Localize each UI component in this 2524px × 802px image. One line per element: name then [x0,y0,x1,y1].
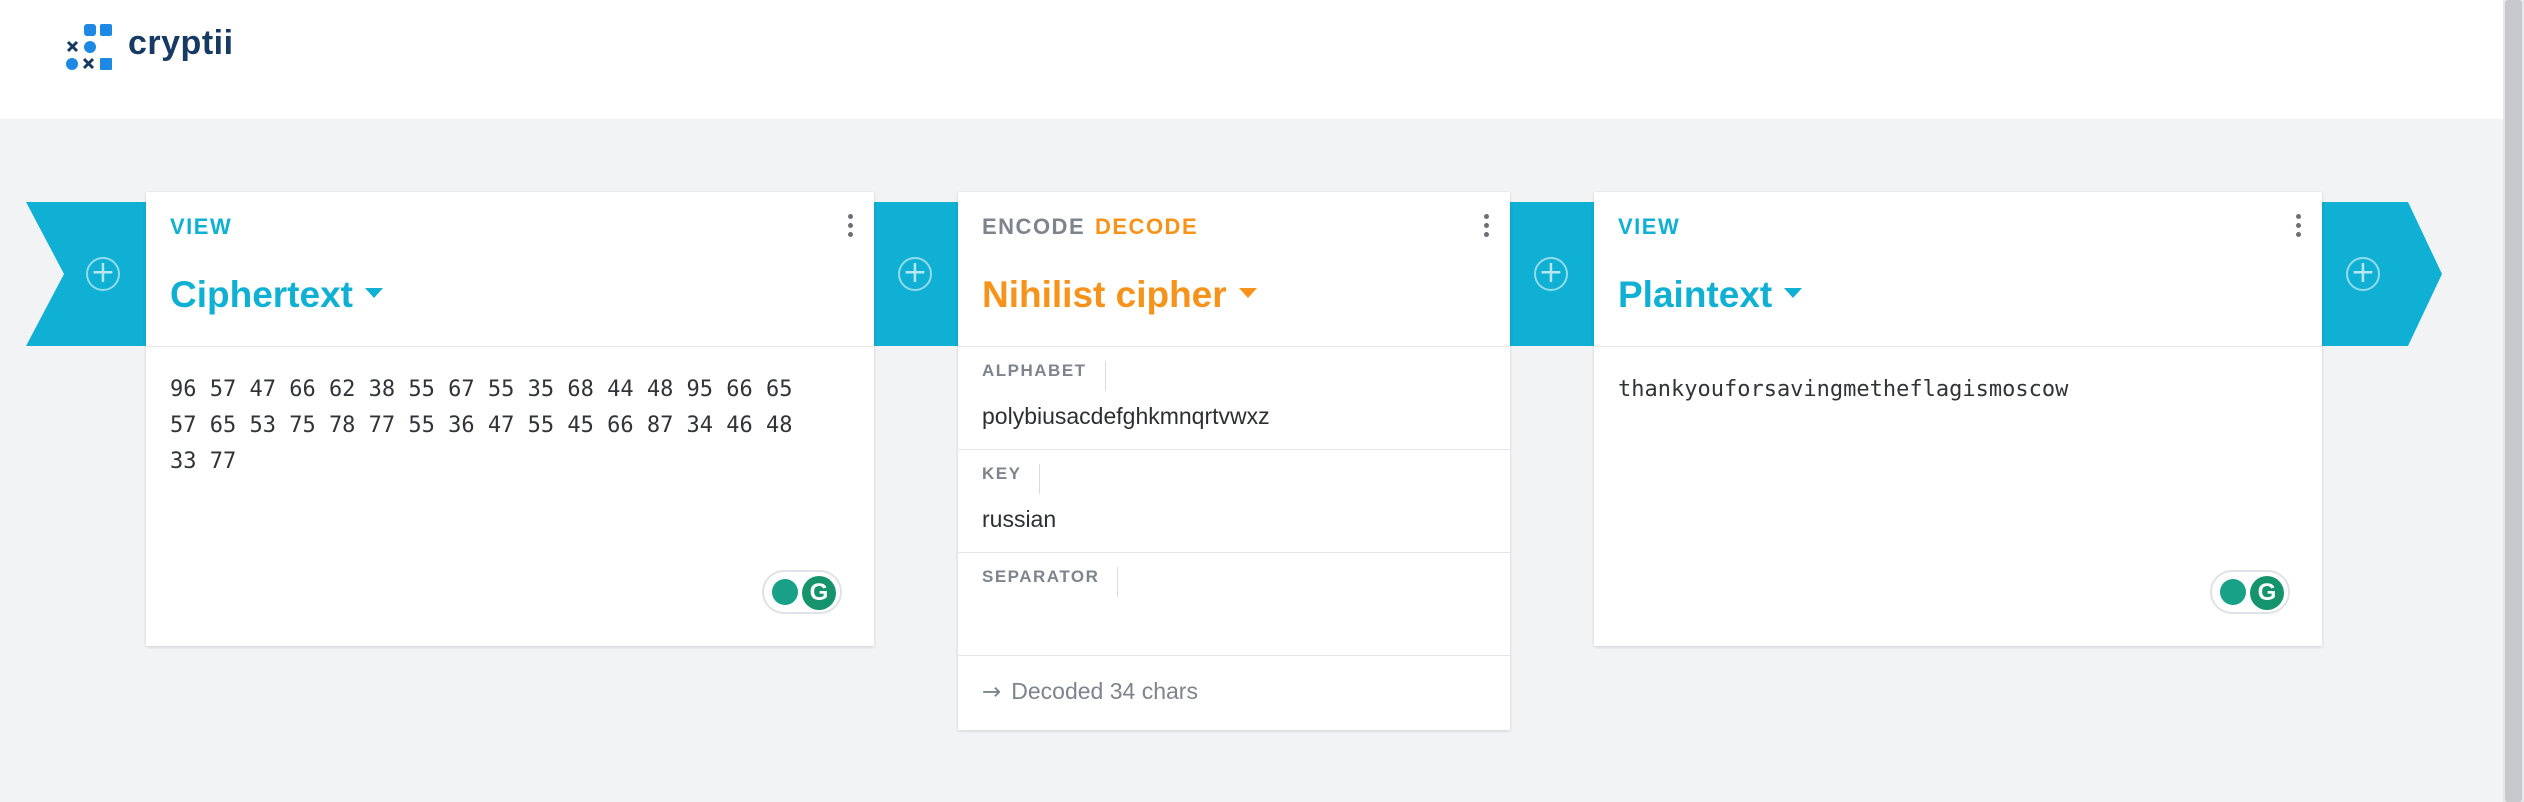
brick-title-label: Nihilist cipher [982,274,1227,315]
grammarly-widget[interactable]: G [762,570,842,614]
ciphertext-brick: VIEW Ciphertext 96 57 47 66 62 38 55 67 … [146,192,874,646]
decode-tab[interactable]: DECODE [1095,214,1198,240]
view-tag: VIEW [170,214,233,239]
nihilist-cipher-brick: ENCODE DECODE Nihilist cipher ALPHABET p… [958,192,1510,730]
ciphertext-content[interactable]: 96 57 47 66 62 38 55 67 55 35 68 44 48 9… [170,372,860,480]
brick-header: VIEW Ciphertext [146,192,874,347]
brick-header: ENCODE DECODE Nihilist cipher [958,192,1510,347]
brick-status: → Decoded 34 chars [982,678,1198,705]
brick-header: VIEW Plaintext [1594,192,2322,347]
cryptii-logo[interactable] [64,22,114,72]
text-line: 96 57 47 66 62 38 55 67 55 35 68 44 48 9… [170,377,793,402]
view-tag: VIEW [1618,214,1681,239]
setting-label: SEPARATOR [982,567,1119,597]
lightbulb-icon[interactable] [2220,579,2246,605]
brick-title[interactable]: Nihilist cipher [982,274,1257,316]
chevron-down-icon [1784,288,1803,299]
encode-tab[interactable]: ENCODE [982,214,1085,240]
setting-label: ALPHABET [982,361,1106,391]
setting-label: KEY [982,464,1041,494]
scrollbar-thumb[interactable] [2505,0,2522,802]
add-brick-start-icon[interactable]: + [86,257,120,291]
text-line: 57 65 53 75 78 77 55 36 47 55 45 66 87 3… [170,413,793,438]
lightbulb-icon[interactable] [772,579,798,605]
add-brick-2-icon[interactable]: + [1534,257,1568,291]
plaintext-content[interactable]: thankyouforsavingmetheflagismoscow [1618,372,2308,408]
plaintext-brick: VIEW Plaintext thankyouforsavingmethefla… [1594,192,2322,646]
brick-menu-icon[interactable] [1484,214,1490,240]
add-brick-end-icon[interactable]: + [2346,257,2380,291]
brick-title[interactable]: Plaintext [1618,274,1803,316]
brick-title-label: Plaintext [1618,274,1773,315]
alphabet-setting: ALPHABET polybiusacdefghkmnqrtvwxz [958,347,1510,450]
pipe-end-arrow [2320,202,2442,346]
text-line: 33 77 [170,449,237,474]
separator-setting: SEPARATOR [958,553,1510,656]
alphabet-field[interactable]: polybiusacdefghkmnqrtvwxz [982,403,1270,430]
arrow-right-icon: → [982,679,1002,705]
status-text: Decoded 34 chars [1011,678,1198,704]
add-brick-1-icon[interactable]: + [898,257,932,291]
brick-title-label: Ciphertext [170,274,353,315]
brick-menu-icon[interactable] [848,214,854,240]
key-setting: KEY russian [958,450,1510,553]
grammarly-widget[interactable]: G [2210,570,2290,614]
grammarly-icon[interactable]: G [2250,576,2284,610]
brick-title[interactable]: Ciphertext [170,274,383,316]
chevron-down-icon [1238,288,1257,299]
app-header: cryptii [0,0,2503,119]
key-field[interactable]: russian [982,506,1056,533]
chevron-down-icon [364,288,383,299]
brick-menu-icon[interactable] [2296,214,2302,240]
grammarly-icon[interactable]: G [802,576,836,610]
app-name[interactable]: cryptii [128,24,234,63]
